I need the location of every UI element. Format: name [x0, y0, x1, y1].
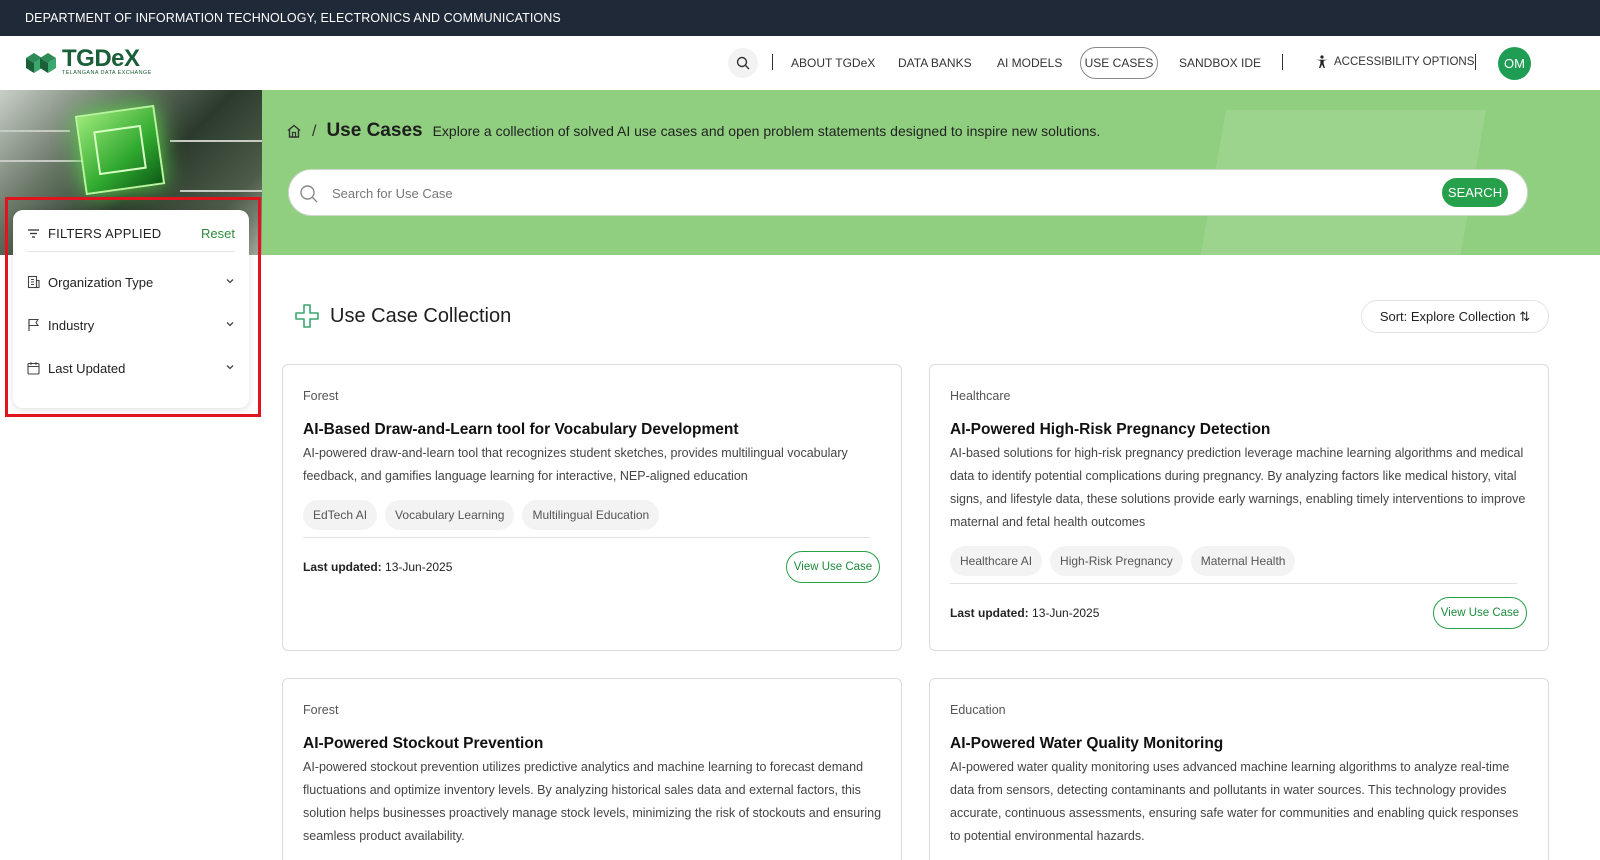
collection-header: Use Case Collection [294, 303, 511, 329]
nav-search-button[interactable] [728, 48, 758, 78]
card-last-updated: Last updated: 13-Jun-2025 [950, 606, 1100, 620]
nav-divider [772, 54, 773, 70]
card-tags: EdTech AI Vocabulary Learning Multilingu… [303, 500, 660, 530]
tag: Multilingual Education [522, 500, 660, 530]
card-description: AI-powered draw-and-learn tool that reco… [303, 446, 848, 483]
card-industry: Forest [303, 703, 339, 717]
use-case-card: Forest AI-Powered Stockout Prevention AI… [282, 678, 902, 860]
page-description: Explore a collection of solved AI use ca… [432, 123, 1101, 139]
use-case-search-input[interactable]: Search for Use Case [288, 169, 1528, 216]
search-icon [300, 185, 318, 203]
use-case-card: Forest AI-Based Draw-and-Learn tool for … [282, 364, 902, 651]
card-industry: Forest [303, 389, 339, 403]
use-case-card: Healthcare AI-Powered High-Risk Pregnanc… [929, 364, 1549, 651]
tag: EdTech AI [303, 500, 378, 530]
card-description: AI-powered stockout prevention utilizes … [303, 760, 882, 843]
card-title[interactable]: AI-Based Draw-and-Learn tool for Vocabul… [303, 421, 739, 439]
card-tags: Healthcare AI High-Risk Pregnancy Matern… [950, 546, 1296, 576]
tag: High-Risk Pregnancy [1050, 546, 1183, 576]
main-nav: TGDeX TELANGANA DATA EXCHANGE ABOUT TGDe… [0, 36, 1600, 90]
card-description: AI-based solutions for high-risk pregnan… [950, 446, 1526, 529]
logo-title: TGDeX [62, 45, 140, 72]
tag: Maternal Health [1190, 546, 1296, 576]
view-use-case-button[interactable]: View Use Case [1433, 597, 1527, 629]
sort-dropdown[interactable]: Sort: Explore Collection ⇅ [1361, 300, 1549, 333]
nav-data-banks[interactable]: DATA BANKS [898, 56, 972, 70]
card-divider [303, 537, 870, 538]
department-title: DEPARTMENT OF INFORMATION TECHNOLOGY, EL… [25, 11, 561, 25]
use-case-card: Education AI-Powered Water Quality Monit… [929, 678, 1549, 860]
logo-subtitle: TELANGANA DATA EXCHANGE [62, 70, 152, 76]
accessibility-options[interactable]: ACCESSIBILITY OPTIONS [1315, 55, 1474, 69]
card-title[interactable]: AI-Powered Stockout Prevention [303, 735, 543, 753]
card-last-updated: Last updated: 13-Jun-2025 [303, 560, 453, 574]
accessibility-icon [1316, 55, 1328, 68]
card-industry: Healthcare [950, 389, 1011, 403]
card-title[interactable]: AI-Powered Water Quality Monitoring [950, 735, 1223, 753]
search-placeholder: Search for Use Case [332, 186, 453, 201]
nav-divider [1282, 54, 1283, 70]
search-icon [736, 56, 750, 70]
breadcrumb: / Use Cases Explore a collection of solv… [286, 120, 1100, 142]
tag: Vocabulary Learning [385, 500, 515, 530]
logo-cube-icon [24, 50, 60, 76]
nav-about[interactable]: ABOUT TGDeX [791, 56, 875, 70]
accessibility-label: ACCESSIBILITY OPTIONS [1334, 56, 1475, 68]
department-bar: DEPARTMENT OF INFORMATION TECHNOLOGY, EL… [0, 0, 1600, 36]
tgdex-logo[interactable]: TGDeX TELANGANA DATA EXCHANGE [24, 45, 152, 77]
breadcrumb-separator: / [312, 123, 317, 140]
tag: Healthcare AI [950, 546, 1043, 576]
page-title: Use Cases [326, 120, 423, 141]
card-description: AI-powered water quality monitoring uses… [950, 760, 1519, 843]
nav-use-cases[interactable]: USE CASES [1080, 47, 1158, 79]
filters-highlight-box [5, 197, 261, 417]
collection-icon [295, 304, 319, 328]
card-industry: Education [950, 703, 1006, 717]
nav-ai-models[interactable]: AI MODELS [997, 56, 1062, 70]
collection-title: Use Case Collection [330, 304, 512, 327]
home-icon[interactable] [286, 123, 302, 139]
nav-sandbox-ide[interactable]: SANDBOX IDE [1179, 56, 1261, 70]
card-divider [950, 583, 1517, 584]
nav-divider [1475, 54, 1476, 70]
search-button[interactable]: SEARCH [1442, 178, 1508, 207]
view-use-case-button[interactable]: View Use Case [786, 551, 880, 583]
user-avatar[interactable]: OM [1498, 47, 1531, 80]
card-title[interactable]: AI-Powered High-Risk Pregnancy Detection [950, 421, 1270, 439]
